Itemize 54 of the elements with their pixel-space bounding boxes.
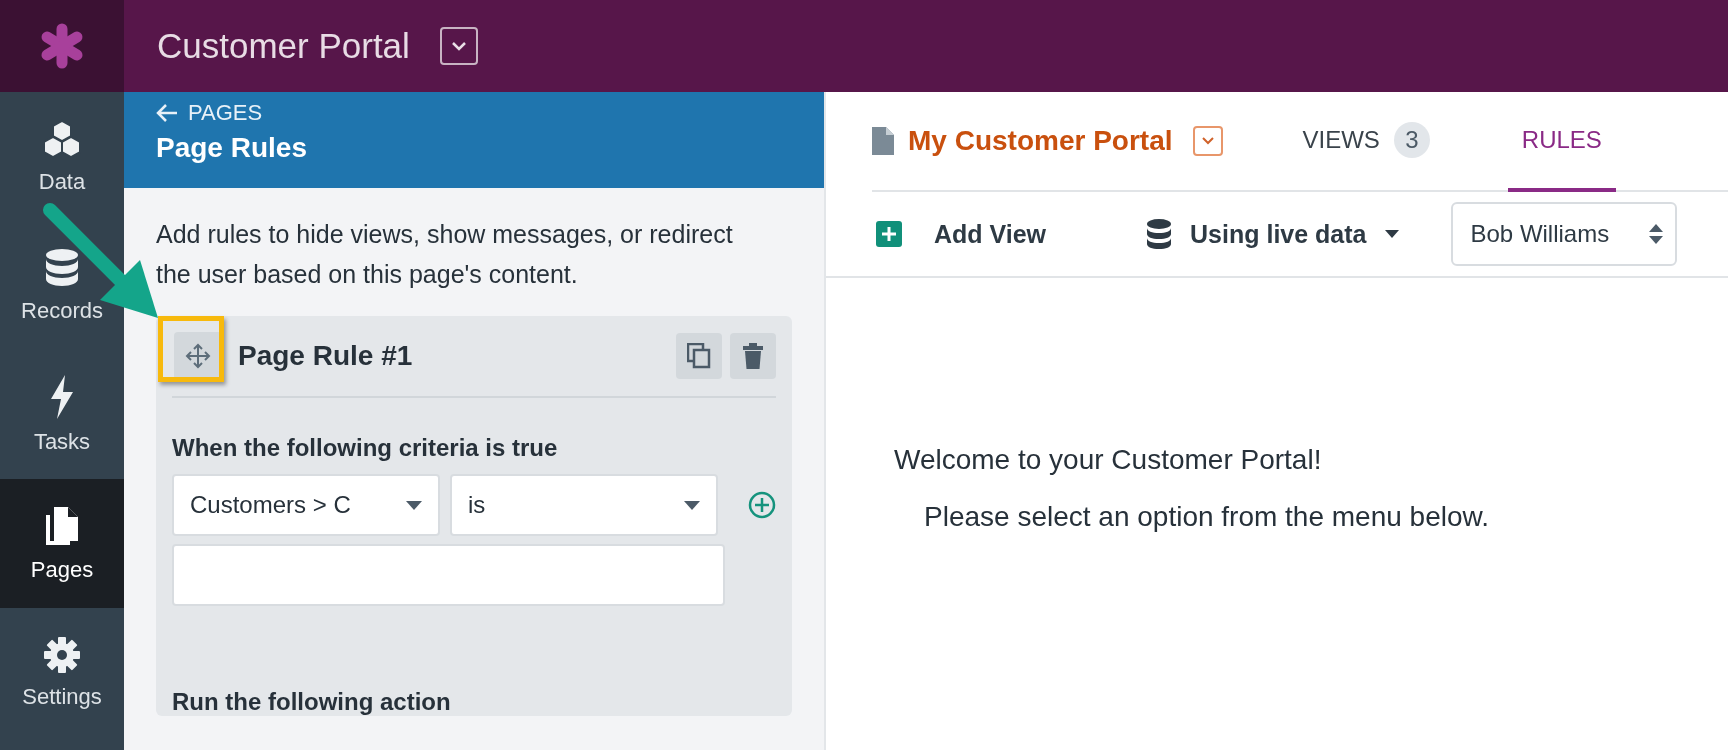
back-link[interactable]: PAGES <box>156 100 263 126</box>
copy-button[interactable] <box>676 333 722 379</box>
sidebar-item[interactable]: Pages <box>0 479 124 608</box>
left-arrow-icon <box>156 103 178 123</box>
sidebar-label: Data <box>38 168 86 195</box>
sidebar-label: Records <box>21 297 103 324</box>
document-icon <box>872 127 894 155</box>
sidebar-label: Pages <box>30 556 94 583</box>
sidebar-item[interactable]: Records <box>0 221 124 350</box>
delete-button[interactable] <box>730 333 776 379</box>
sidebar-item[interactable]: Data <box>0 92 124 221</box>
count-badge: 3 <box>1393 122 1430 158</box>
chevron-down-icon <box>1201 137 1214 145</box>
data-source-dropdown[interactable]: Using live data <box>1146 219 1399 249</box>
settings-icon <box>43 635 81 674</box>
rule-title: Page Rule #1 <box>238 340 414 372</box>
user-select[interactable]: Bob Williams <box>1450 202 1677 266</box>
sidebar-label: Tasks <box>33 428 91 455</box>
highlight-frame <box>158 316 224 382</box>
sort-arrows-icon <box>1648 224 1663 244</box>
asterisk-logo-icon[interactable] <box>39 23 85 69</box>
welcome-heading: Welcome to your Customer Portal! <box>894 444 1323 476</box>
caret-icon <box>684 500 700 510</box>
tab-label: VIEWS <box>1302 126 1380 154</box>
value-input[interactable] <box>172 544 725 606</box>
page-dropdown-button[interactable] <box>1192 126 1223 156</box>
add-criteria-icon[interactable] <box>748 491 776 519</box>
database-icon <box>1146 219 1173 249</box>
chevron-down-icon <box>450 41 467 51</box>
panel-description: Add rules to hide views, show messages, or redirect the user based on this page's content. <box>156 219 734 290</box>
caret-icon <box>406 500 422 510</box>
lightning-icon <box>49 374 75 419</box>
field-select[interactable]: Customers > C <box>172 474 440 536</box>
welcome-message: Please select an option from the menu below. <box>924 501 1490 533</box>
tab-label: RULES <box>1521 126 1602 154</box>
trash-icon <box>743 343 763 369</box>
page-tab[interactable]: RULES <box>1507 92 1616 192</box>
plus-icon <box>876 221 902 247</box>
database-icon <box>44 247 80 288</box>
pages-icon <box>44 504 80 547</box>
page-name: My Customer Portal <box>908 125 1173 157</box>
page-tab[interactable]: VIEWS 3 <box>1288 92 1444 192</box>
sidebar-item[interactable]: Settings <box>0 608 124 737</box>
app-title: Customer Portal <box>157 26 410 66</box>
sidebar-item[interactable]: Tasks <box>0 350 124 479</box>
operator-select[interactable]: is <box>450 474 718 536</box>
caret-icon <box>1384 230 1399 238</box>
action-heading: Run the following action <box>172 688 452 716</box>
panel-title: Page Rules <box>156 132 308 164</box>
copy-icon <box>687 343 711 369</box>
add-view-button[interactable]: Add View <box>876 219 1047 249</box>
app-dropdown-button[interactable] <box>439 27 478 65</box>
sidebar-label: Settings <box>22 683 102 710</box>
criteria-heading: When the following criteria is true <box>172 434 559 462</box>
